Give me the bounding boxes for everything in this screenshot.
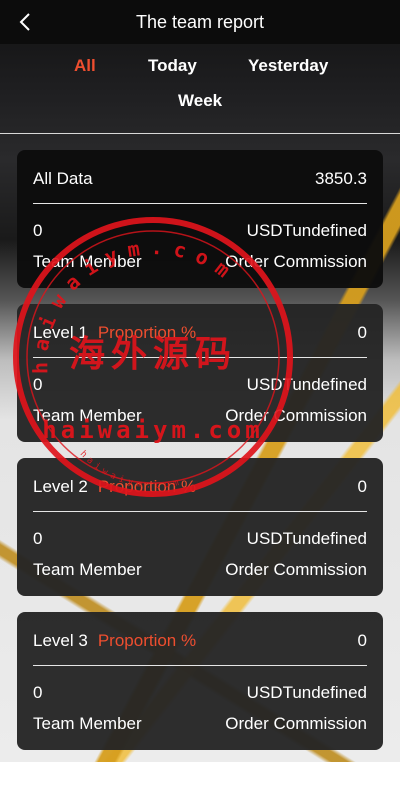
period-tabs: All Today Yesterday Week bbox=[0, 44, 400, 134]
top-bar: The team report bbox=[0, 0, 400, 44]
page-title: The team report bbox=[135, 11, 265, 32]
order-commission-label: Order Commission bbox=[225, 560, 367, 579]
proportion-label: Proportion % bbox=[97, 477, 197, 496]
level-value: 0 bbox=[357, 477, 367, 496]
total-value: 3850.3 bbox=[315, 169, 367, 188]
back-button[interactable] bbox=[14, 10, 36, 34]
level-2-card: Level 2 Proportion % 0 0 USDTundefined T… bbox=[17, 458, 383, 596]
team-member-count: 0 bbox=[33, 375, 43, 394]
order-commission-value: USDTundefined bbox=[246, 375, 367, 394]
tab-all[interactable]: All bbox=[74, 56, 96, 76]
level-label: Level 2 bbox=[33, 477, 88, 496]
divider bbox=[33, 665, 367, 666]
order-commission-label: Order Commission bbox=[225, 406, 367, 425]
order-commission-label: Order Commission bbox=[225, 714, 367, 733]
team-member-count: 0 bbox=[33, 529, 43, 548]
all-data-card: All Data 3850.3 0 USDTundefined Team Mem… bbox=[17, 150, 383, 288]
team-member-count: 0 bbox=[33, 683, 43, 702]
team-member-label: Team Member bbox=[33, 560, 142, 579]
tab-week[interactable]: Week bbox=[178, 91, 222, 111]
level-label: Level 1 bbox=[33, 323, 88, 342]
divider bbox=[33, 511, 367, 512]
divider bbox=[33, 203, 367, 204]
team-member-label: Team Member bbox=[33, 714, 142, 733]
team-member-label: Team Member bbox=[33, 252, 142, 271]
tab-today[interactable]: Today bbox=[148, 56, 197, 76]
order-commission-value: USDTundefined bbox=[246, 529, 367, 548]
level-label: Level 3 bbox=[33, 631, 88, 650]
tab-yesterday[interactable]: Yesterday bbox=[248, 56, 328, 76]
team-member-count: 0 bbox=[33, 221, 43, 240]
team-member-label: Team Member bbox=[33, 406, 142, 425]
proportion-label: Proportion % bbox=[97, 631, 197, 650]
order-commission-label: Order Commission bbox=[225, 252, 367, 271]
level-value: 0 bbox=[357, 631, 367, 650]
order-commission-value: USDTundefined bbox=[246, 221, 367, 240]
divider bbox=[33, 357, 367, 358]
level-3-card: Level 3 Proportion % 0 0 USDTundefined T… bbox=[17, 612, 383, 750]
level-value: 0 bbox=[357, 323, 367, 342]
chevron-left-icon bbox=[19, 13, 30, 31]
level-1-card: Level 1 Proportion % 0 0 USDTundefined T… bbox=[17, 304, 383, 442]
order-commission-value: USDTundefined bbox=[246, 683, 367, 702]
card-title: All Data bbox=[33, 169, 93, 188]
proportion-label: Proportion % bbox=[97, 323, 197, 342]
